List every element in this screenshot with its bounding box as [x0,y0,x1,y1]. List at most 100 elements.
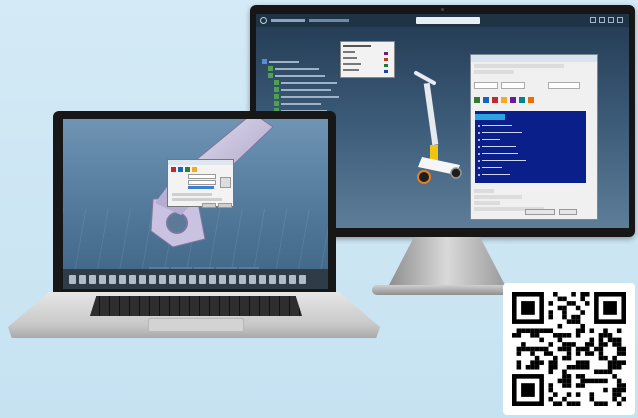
qr-module [584,301,590,306]
search-input[interactable] [416,17,480,24]
qr-module [562,346,567,352]
user-icon[interactable] [590,17,596,23]
tool-icon[interactable] [189,274,196,284]
expand-icon[interactable] [483,96,489,103]
list-item[interactable] [478,137,500,142]
folder-icon[interactable] [501,96,507,103]
filter-dropdown[interactable] [548,82,580,89]
tree-row[interactable] [262,79,372,86]
help-icon[interactable] [617,17,623,23]
color-swatch[interactable] [384,64,388,67]
qr-module [575,374,581,379]
confirm-check-icon[interactable] [220,177,231,188]
filter-icon[interactable] [474,96,480,103]
compass-logo-icon[interactable] [260,17,267,24]
add-icon[interactable] [599,17,605,23]
list-item[interactable] [478,165,502,170]
qr-module [521,383,535,397]
qr-module [616,392,622,397]
tool-icon[interactable] [169,274,176,284]
qr-module [616,401,622,406]
tool-icon[interactable] [79,274,86,284]
qr-module [516,351,522,356]
tool-icon[interactable] [229,274,236,284]
qr-module [621,396,626,402]
list-item[interactable] [478,172,510,177]
popup-item[interactable] [343,63,392,68]
dialog-toolbar [471,95,534,104]
list-item[interactable] [478,123,512,128]
app-subtitle-placeholder [309,19,349,22]
cancel-button[interactable] [218,203,232,208]
tool-icon[interactable] [139,274,146,284]
value-input-selected[interactable] [188,186,214,189]
qr-module [530,364,535,370]
qr-module [557,323,563,329]
tool-icon[interactable] [99,274,106,284]
share-icon[interactable] [608,17,614,23]
tool-icon[interactable] [179,274,186,284]
qr-module [516,360,522,365]
popup-item[interactable] [343,69,392,74]
tree-row[interactable] [262,86,372,93]
instance-list[interactable] [475,111,586,183]
tool-icon[interactable] [159,274,166,284]
tree-row[interactable] [262,93,372,100]
color-swatch[interactable] [384,58,388,61]
sort-icon[interactable] [510,96,516,103]
qr-module [603,355,608,361]
tool-icon[interactable] [149,274,156,284]
tool-icon[interactable] [239,274,246,284]
filter-dropdown[interactable] [501,82,525,89]
tool-icon[interactable] [249,274,256,284]
tool-icon[interactable] [89,274,96,284]
cancel-button[interactable] [559,209,577,215]
qr-module [575,314,581,320]
tool-icon[interactable] [209,274,216,284]
stop-icon[interactable] [171,167,176,172]
select-icon[interactable] [178,167,183,172]
tool-icon[interactable] [219,274,226,284]
tool-icon[interactable] [259,274,266,284]
value-input[interactable] [188,180,216,185]
color-swatch[interactable] [384,70,388,73]
qr-module [616,337,622,343]
tool-icon[interactable] [289,274,296,284]
qr-module [584,342,590,347]
tool-icon[interactable] [109,274,116,284]
qr-module [575,360,581,365]
tool-icon[interactable] [269,274,276,284]
qr-module [584,292,590,297]
qr-module [562,310,567,315]
tool-icon[interactable] [279,274,286,284]
tool-icon[interactable] [129,274,136,284]
scooter-3d-model[interactable] [404,69,474,189]
add-icon[interactable] [185,167,190,172]
value-input[interactable] [188,174,216,179]
tool-icon[interactable] [119,274,126,284]
color-swatch[interactable] [384,52,388,55]
tool-icon[interactable] [199,274,206,284]
refresh-icon[interactable] [519,96,525,103]
delete-icon[interactable] [492,96,498,103]
tool-icon[interactable] [69,274,76,284]
settings-icon[interactable] [528,96,534,103]
list-selection[interactable] [475,114,505,120]
ok-button[interactable] [202,203,216,208]
list-item[interactable] [478,130,522,135]
tool-icon[interactable] [299,274,306,284]
folder-icon[interactable] [192,167,197,172]
ok-button[interactable] [525,209,555,215]
qr-code-icon[interactable] [512,292,626,406]
list-item[interactable] [478,144,516,149]
filter-dropdown[interactable] [474,82,498,89]
qr-module [566,355,572,361]
qr-module [594,378,599,384]
list-item[interactable] [478,158,526,163]
qr-module [548,342,554,347]
tree-row[interactable] [262,100,372,107]
qr-module [621,387,626,393]
popup-item[interactable] [343,57,392,62]
list-item[interactable] [478,151,518,156]
popup-item[interactable] [343,51,392,56]
